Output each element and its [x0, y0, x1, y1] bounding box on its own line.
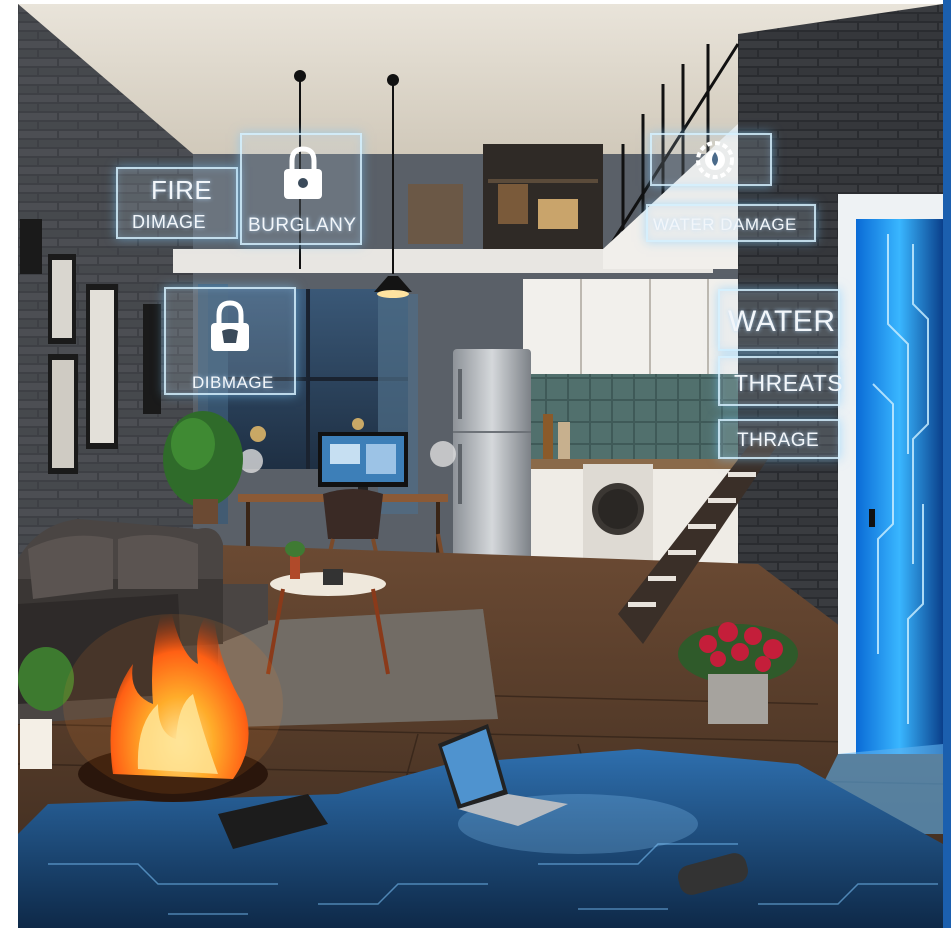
- dibmage-label: DIBMAGE: [192, 373, 274, 392]
- burglary-label: BURGLANY: [248, 215, 357, 236]
- fire-damage-panel: FIRE DIMAGE: [116, 167, 238, 239]
- water-icon-panel: [650, 133, 772, 186]
- water-panel: WATER: [718, 289, 840, 351]
- threats-panel: THREATS: [718, 356, 844, 406]
- padlock-icon: [284, 146, 322, 199]
- padlock-icon: [211, 300, 249, 351]
- fire-title: FIRE: [151, 175, 213, 205]
- threats-label: THREATS: [734, 370, 844, 396]
- thrage-label: THRAGE: [737, 430, 820, 451]
- dibmage-panel: DIBMAGE: [164, 287, 296, 395]
- water-damage-label: WATER DAMAGE: [653, 215, 797, 234]
- burglary-panel: BURGLANY: [240, 133, 362, 245]
- fire-subtitle: DIMAGE: [132, 212, 207, 232]
- water-label: WATER: [728, 305, 836, 338]
- right-accent-bar: [943, 0, 951, 928]
- thrage-panel: THRAGE: [718, 419, 840, 459]
- water-damage-panel: WATER DAMAGE: [646, 204, 816, 242]
- apartment-scene: FIRE DIMAGE BURGLANY WATER DAMAGE DIBMAG…: [18, 4, 943, 928]
- water-drop-gear-icon: [696, 141, 734, 179]
- scene-illustration: [18, 4, 943, 928]
